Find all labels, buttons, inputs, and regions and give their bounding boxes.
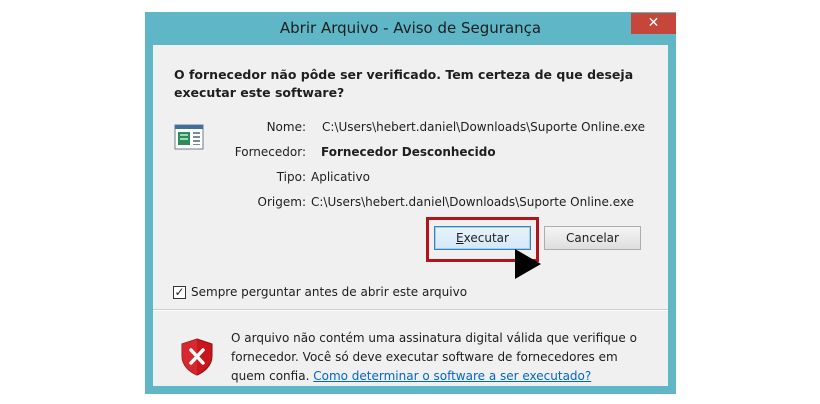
field-value-origin: C:\Users\hebert.daniel\Downloads\Suporte…: [311, 195, 634, 209]
section-divider: [153, 309, 668, 311]
warning-message: O arquivo não contém uma assinatura digi…: [231, 329, 651, 386]
learn-more-link[interactable]: Como determinar o software a ser executa…: [313, 369, 591, 383]
close-icon: ✕: [647, 15, 660, 31]
field-value-name: C:\Users\hebert.daniel\Downloads\Suporte…: [322, 120, 645, 134]
field-label-type: Tipo:: [276, 170, 306, 184]
security-warning-window: Abrir Arquivo - Aviso de Segurança ✕ O f…: [145, 12, 676, 394]
run-button-label: Executar: [456, 231, 509, 245]
cancel-button-label: Cancelar: [566, 231, 619, 245]
application-file-icon: [174, 124, 204, 150]
arrow-pointer-icon: [515, 249, 541, 279]
title-bar[interactable]: Abrir Arquivo - Aviso de Segurança ✕: [145, 12, 676, 45]
window-title: Abrir Arquivo - Aviso de Segurança: [279, 19, 542, 37]
security-shield-x-icon: [181, 338, 213, 376]
field-label-origin: Origem:: [257, 195, 306, 209]
field-label-publisher: Fornecedor:: [234, 145, 306, 159]
close-button[interactable]: ✕: [631, 13, 676, 34]
field-value-publisher: Fornecedor Desconhecido: [321, 145, 496, 159]
field-label-name: Nome:: [266, 120, 306, 134]
field-value-type: Aplicativo: [311, 170, 370, 184]
run-button[interactable]: Executar: [434, 226, 531, 250]
verification-question: O fornecedor não pôde ser verificado. Te…: [174, 67, 634, 100]
dialog-body: O fornecedor não pôde ser verificado. Te…: [153, 45, 668, 386]
check-mark-icon: ✓: [174, 285, 185, 299]
always-ask-label[interactable]: Sempre perguntar antes de abrir este arq…: [191, 285, 467, 299]
cancel-button[interactable]: Cancelar: [544, 226, 641, 250]
always-ask-checkbox[interactable]: ✓: [173, 285, 186, 299]
